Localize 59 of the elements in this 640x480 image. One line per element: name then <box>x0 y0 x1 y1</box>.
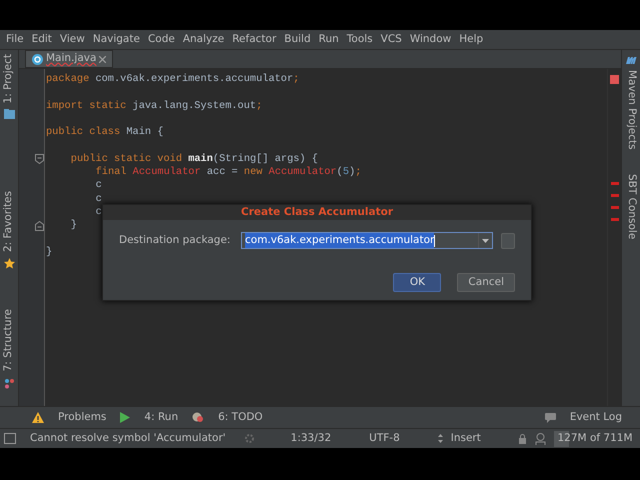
inspector-icon <box>535 432 546 444</box>
package-combobox[interactable]: com.v6ak.experiments.accumulator <box>241 232 493 249</box>
code-line: c <box>96 192 102 205</box>
up-down-icon <box>438 434 443 443</box>
menu-item[interactable]: Refactor <box>228 32 280 48</box>
maven-icon <box>625 54 637 64</box>
code-line: final Accumulator acc = new Accumulator(5); <box>96 166 362 178</box>
menu-item[interactable]: Edit <box>28 32 56 48</box>
menu-item[interactable]: Code <box>144 32 179 48</box>
tool-window-tab[interactable]: 4: Run <box>144 410 178 426</box>
menu-item[interactable]: Analyze <box>178 32 228 48</box>
close-icon <box>99 56 106 62</box>
menu-item[interactable]: Tools <box>342 32 377 48</box>
code-line: } <box>46 246 52 258</box>
code-line: public class Main { <box>46 126 164 138</box>
code-line: import static java.lang.System.out; <box>46 100 262 112</box>
caret-position[interactable]: 1:33/32 <box>290 430 332 446</box>
editor-tab[interactable]: Main.java <box>25 50 114 68</box>
warning-icon <box>32 412 44 423</box>
folder-icon <box>4 109 14 120</box>
menu-item[interactable]: Help <box>455 32 488 48</box>
menu-item[interactable]: Run <box>314 32 343 48</box>
field-label: Destination package: <box>119 232 232 248</box>
code-line: public static void main(String[] args) { <box>70 152 318 165</box>
tool-window-tab[interactable]: Problems <box>58 410 106 426</box>
dropdown-arrow-icon <box>482 238 489 242</box>
star-icon <box>4 258 14 270</box>
code-line: } <box>70 219 77 232</box>
error-stripe-icon <box>610 182 618 222</box>
structure-icon <box>4 378 14 389</box>
code-line: package com.v6ak.experiments.accumulator; <box>46 73 300 85</box>
dialog-button[interactable]: OK <box>393 273 442 292</box>
tool-window-tab[interactable]: 2: Favorites <box>1 191 17 252</box>
code-line: c <box>96 206 102 218</box>
tool-window-tab[interactable]: SBT Console <box>623 174 639 239</box>
menu-item[interactable]: Navigate <box>88 32 144 48</box>
code-line: c <box>96 179 102 192</box>
tool-window-tab[interactable]: 6: TODO <box>218 410 263 426</box>
tool-window-tab[interactable]: Event Log <box>570 410 622 426</box>
menu-item[interactable]: File <box>2 32 28 48</box>
play-icon <box>120 412 130 423</box>
dialog-title: Create Class Accumulator <box>103 205 531 220</box>
class-file-icon <box>32 54 43 64</box>
dialog-button[interactable]: Cancel <box>457 273 515 292</box>
menu-item[interactable]: VCS <box>376 32 406 48</box>
menu-item[interactable]: View <box>56 32 89 48</box>
speech-bubble-icon <box>544 412 556 422</box>
lock-icon <box>518 434 527 444</box>
status-message: Cannot resolve symbol 'Accumulator' <box>30 430 226 446</box>
browse-button[interactable] <box>501 232 515 248</box>
insert-mode[interactable]: Insert <box>450 430 481 446</box>
menu-item[interactable]: Build <box>280 32 315 48</box>
tool-window-tab[interactable]: 7: Structure <box>1 309 17 372</box>
menu-item[interactable]: Window <box>406 32 456 48</box>
tool-window-tab[interactable]: 1: Project <box>1 54 17 104</box>
toggle-panel-icon <box>4 433 16 444</box>
tool-window-tab[interactable]: Maven Projects <box>623 70 639 150</box>
file-encoding[interactable]: UTF-8 <box>369 430 400 446</box>
error-marker-icon <box>610 75 619 84</box>
